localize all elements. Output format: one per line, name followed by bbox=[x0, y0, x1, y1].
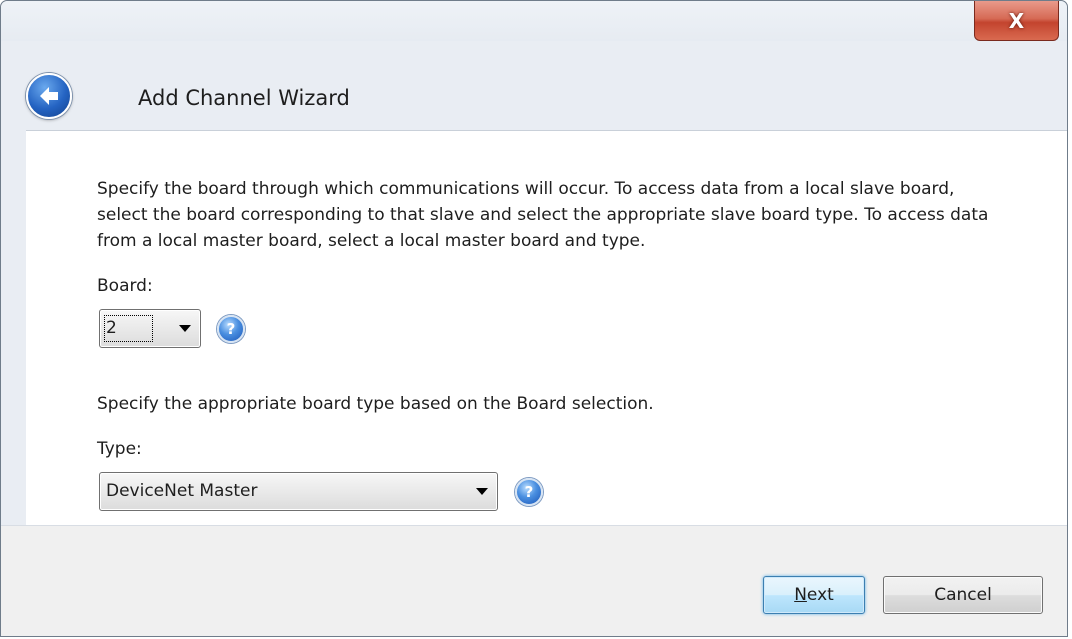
close-button[interactable]: X bbox=[974, 1, 1059, 41]
chevron-down-icon bbox=[476, 488, 488, 495]
type-select[interactable]: DeviceNet Master bbox=[99, 472, 498, 511]
help-icon-glyph: ? bbox=[226, 320, 236, 338]
board-select-value: 2 bbox=[106, 318, 117, 338]
back-arrow-icon bbox=[40, 87, 58, 105]
close-icon: X bbox=[1008, 8, 1025, 33]
board-label: Board: bbox=[97, 276, 153, 296]
type-label: Type: bbox=[97, 439, 142, 459]
next-button[interactable]: Next bbox=[763, 576, 865, 614]
wizard-header: Add Channel Wizard bbox=[1, 41, 1067, 129]
next-button-label: Next bbox=[794, 585, 834, 605]
board-select[interactable]: 2 bbox=[99, 309, 201, 348]
type-description: Specify the appropriate board type based… bbox=[97, 394, 654, 414]
wizard-title: Add Channel Wizard bbox=[138, 86, 350, 110]
type-select-value: DeviceNet Master bbox=[106, 481, 258, 501]
cancel-button-label: Cancel bbox=[934, 585, 992, 605]
chevron-down-icon bbox=[179, 325, 191, 332]
cancel-button[interactable]: Cancel bbox=[883, 576, 1043, 614]
board-help-icon[interactable]: ? bbox=[217, 315, 245, 343]
wizard-footer: Next Cancel bbox=[1, 525, 1067, 636]
wizard-window: X Add Channel Wizard Specify the board t… bbox=[0, 0, 1068, 637]
back-button[interactable] bbox=[26, 73, 72, 119]
help-icon-glyph: ? bbox=[524, 483, 534, 501]
board-description: Specify the board through which communic… bbox=[97, 179, 989, 251]
wizard-content: Specify the board through which communic… bbox=[26, 130, 1067, 527]
type-help-icon[interactable]: ? bbox=[515, 478, 543, 506]
